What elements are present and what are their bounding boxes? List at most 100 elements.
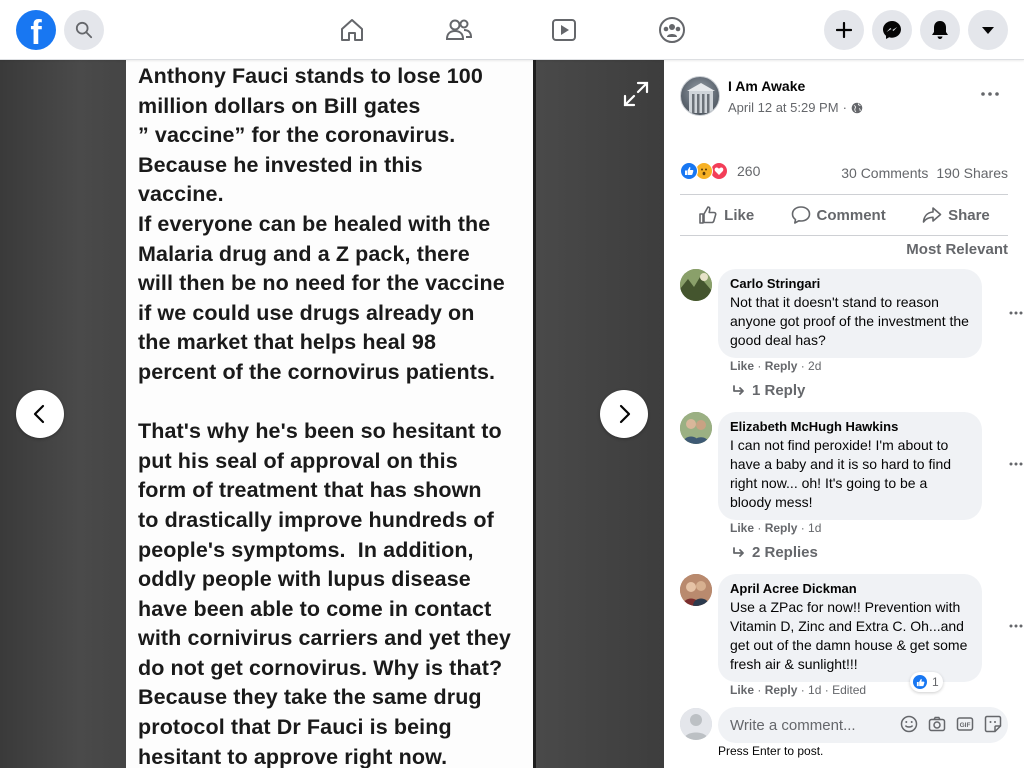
reaction-count: 260	[737, 163, 761, 179]
meta-separator: ·	[842, 100, 847, 115]
friends-icon	[445, 19, 473, 40]
globe-icon	[851, 102, 863, 113]
comments-count[interactable]: 30 Comments	[841, 165, 928, 181]
comment-like-link[interactable]: Like	[730, 521, 754, 535]
next-photo-button[interactable]	[600, 390, 648, 438]
comment-text: I can not find peroxide! I'm about to ha…	[730, 437, 952, 510]
chevron-left-icon	[33, 404, 45, 424]
comment-item: April Acree Dickman Use a ZPac for now!!…	[680, 574, 1024, 704]
commenter-avatar[interactable]	[680, 412, 712, 444]
comment-time[interactable]: 1d	[808, 521, 821, 535]
friends-tab[interactable]	[443, 14, 475, 46]
expand-icon	[623, 81, 649, 107]
photo-text: Anthony Fauci stands to lose 100 million…	[138, 64, 511, 768]
comment-like-link[interactable]: Like	[730, 359, 754, 373]
comment-meta: Like · Reply · 1d · Edited	[730, 683, 867, 697]
commenter-avatar[interactable]	[680, 574, 712, 606]
like-reaction-icon	[912, 674, 928, 690]
engagement-counts: 30 Comments 190 Shares	[841, 165, 1008, 181]
post-action-bar: Like Comment Share	[680, 194, 1008, 236]
commenter-name[interactable]: Carlo Stringari	[730, 276, 970, 291]
home-icon	[341, 19, 363, 41]
more-options-icon	[1009, 311, 1023, 315]
notifications-icon	[932, 21, 948, 39]
comment-options-button[interactable]	[1004, 301, 1024, 325]
comment-label: Comment	[816, 206, 886, 224]
reply-arrow-icon	[733, 384, 744, 395]
messenger-icon	[883, 21, 901, 39]
comment-edited[interactable]: Edited	[832, 683, 866, 697]
comment-time[interactable]: 2d	[808, 359, 821, 373]
emoji-icon[interactable]	[900, 715, 918, 733]
comment-options-button[interactable]	[1004, 452, 1024, 476]
gif-icon[interactable]: GIF	[956, 715, 974, 733]
post-date[interactable]: April 12 at 5:29 PM	[728, 100, 839, 115]
comment-text: Use a ZPac for now!! Prevention with Vit…	[730, 599, 968, 672]
create-button[interactable]	[824, 10, 864, 50]
view-replies-button[interactable]: 1 Reply	[732, 382, 805, 399]
camera-icon[interactable]	[928, 715, 946, 733]
thumbs-up-icon	[699, 206, 717, 224]
commenter-name[interactable]: April Acree Dickman	[730, 581, 970, 596]
share-label: Share	[948, 206, 990, 224]
comment-options-button[interactable]	[1004, 614, 1024, 638]
fullscreen-button[interactable]	[622, 80, 650, 108]
comment-input[interactable]	[730, 716, 880, 734]
comment-text: Not that it doesn't stand to reason anyo…	[730, 294, 969, 348]
post-author[interactable]: I Am Awake	[728, 78, 805, 94]
replies-count: 1 Reply	[752, 382, 806, 399]
sticker-icon[interactable]	[984, 715, 1002, 733]
comment-time[interactable]: 1d	[808, 683, 821, 697]
previous-photo-button[interactable]	[16, 390, 64, 438]
account-menu-button[interactable]	[968, 10, 1008, 50]
commenter-name[interactable]: Elizabeth McHugh Hawkins	[730, 419, 970, 434]
comment-icon	[791, 206, 810, 224]
search-button[interactable]	[64, 10, 104, 50]
chevron-right-icon	[619, 404, 631, 424]
comment-reply-link[interactable]: Reply	[765, 521, 798, 535]
more-options-icon	[1009, 624, 1023, 628]
view-replies-button[interactable]: 2 Replies	[732, 544, 818, 561]
facebook-logo-icon[interactable]: f	[16, 10, 56, 50]
comment-reaction-badge[interactable]: 1	[910, 672, 943, 692]
comment-item: Elizabeth McHugh Hawkins I can not find …	[680, 412, 1024, 562]
home-tab[interactable]	[336, 14, 368, 46]
commenter-avatar[interactable]	[680, 269, 712, 301]
like-button[interactable]: Like	[698, 205, 754, 225]
messenger-button[interactable]	[872, 10, 912, 50]
comment-reply-link[interactable]: Reply	[765, 683, 798, 697]
post-sidebar: I Am Awake April 12 at 5:29 PM · 260 30 …	[664, 60, 1024, 768]
logo-letter: f	[30, 14, 42, 50]
like-label: Like	[724, 206, 755, 224]
page-avatar[interactable]	[680, 76, 720, 116]
groups-icon	[659, 17, 685, 43]
search-icon	[75, 21, 93, 39]
shares-count[interactable]: 190 Shares	[936, 165, 1008, 181]
comment-bubble: Carlo Stringari Not that it doesn't stan…	[718, 269, 982, 358]
building-photo-icon	[687, 83, 715, 113]
replies-count: 2 Replies	[752, 544, 818, 561]
comment-meta: Like · Reply · 2d	[730, 359, 822, 373]
watch-tab[interactable]	[548, 14, 580, 46]
post-meta: April 12 at 5:29 PM ·	[728, 100, 863, 115]
share-button[interactable]: Share	[922, 205, 990, 225]
groups-tab[interactable]	[656, 14, 688, 46]
comment-sort-dropdown[interactable]: Most Relevant	[906, 241, 1008, 258]
account-menu-icon	[982, 27, 994, 34]
share-icon	[922, 207, 942, 223]
watch-icon	[552, 19, 576, 41]
user-avatar[interactable]	[680, 708, 712, 740]
comment-bubble: April Acree Dickman Use a ZPac for now!!…	[718, 574, 982, 682]
like-reaction-icon	[680, 162, 698, 180]
more-options-icon	[1009, 462, 1023, 466]
comment-like-link[interactable]: Like	[730, 683, 754, 697]
more-options-icon	[981, 92, 999, 96]
reply-arrow-icon	[733, 546, 744, 557]
comment-button[interactable]: Comment	[791, 205, 886, 225]
reaction-summary[interactable]: 260	[680, 162, 760, 180]
notifications-button[interactable]	[920, 10, 960, 50]
comment-bubble: Elizabeth McHugh Hawkins I can not find …	[718, 412, 982, 520]
comment-like-count: 1	[932, 675, 939, 689]
post-options-button[interactable]	[978, 82, 1002, 106]
comment-reply-link[interactable]: Reply	[765, 359, 798, 373]
